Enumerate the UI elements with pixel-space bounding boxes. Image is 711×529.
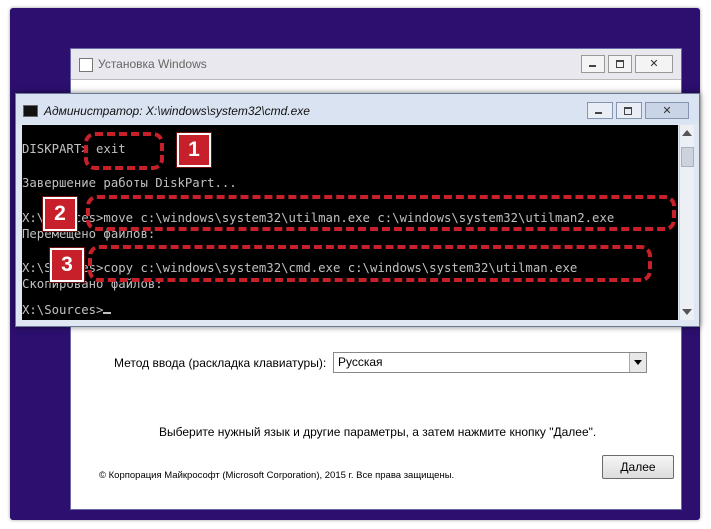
close-icon: ✕	[649, 57, 659, 70]
text-cursor	[103, 312, 112, 314]
annotation-badge-1: 1	[177, 133, 211, 167]
keyboard-layout-value: Русская	[338, 355, 383, 369]
setup-minimize-button[interactable]	[581, 55, 605, 73]
keyboard-layout-label: Метод ввода (раскладка клавиатуры):	[114, 356, 327, 370]
setup-window-icon	[79, 58, 93, 72]
console-prompt: X:\Sources>	[22, 303, 104, 317]
setup-close-button[interactable]: ✕	[635, 55, 673, 73]
scroll-up-arrow-icon[interactable]	[682, 130, 692, 136]
keyboard-layout-select[interactable]: Русская	[333, 352, 647, 373]
next-button[interactable]: Далее	[602, 455, 674, 479]
setup-title-bar[interactable]: Установка Windows ✕	[71, 49, 681, 80]
setup-instruction-text: Выберите нужный язык и другие параметры,…	[159, 425, 597, 439]
cmd-title-bar[interactable]: Администратор: X:\windows\system32\cmd.e…	[16, 94, 699, 124]
setup-window-title: Установка Windows	[98, 57, 207, 71]
setup-maximize-button[interactable]	[608, 55, 632, 73]
console-line: Завершение работы DiskPart...	[22, 176, 237, 190]
setup-window-controls: ✕	[578, 55, 673, 74]
cmd-close-button[interactable]: ✕	[645, 102, 689, 119]
close-icon: ✕	[662, 104, 672, 117]
chevron-down-icon[interactable]	[629, 353, 646, 372]
cmd-maximize-button[interactable]	[616, 102, 642, 119]
cmd-minimize-button[interactable]	[587, 102, 613, 119]
scroll-down-arrow-icon[interactable]	[682, 309, 692, 315]
cmd-window-title: Администратор: X:\windows\system32\cmd.e…	[44, 104, 310, 118]
cmd-icon	[23, 105, 38, 117]
annotation-outline-1	[84, 132, 164, 170]
console-prompt-line: X:\Sources>	[22, 303, 112, 317]
annotation-outline-2	[86, 195, 676, 231]
cmd-window-controls: ✕	[584, 102, 689, 121]
annotation-badge-2: 2	[43, 197, 77, 231]
annotation-outline-3	[88, 245, 652, 282]
scrollbar-thumb[interactable]	[681, 147, 694, 167]
annotation-badge-3: 3	[50, 248, 84, 282]
console-scrollbar[interactable]	[679, 125, 694, 320]
copyright-text: © Корпорация Майкрософт (Microsoft Corpo…	[99, 470, 455, 481]
